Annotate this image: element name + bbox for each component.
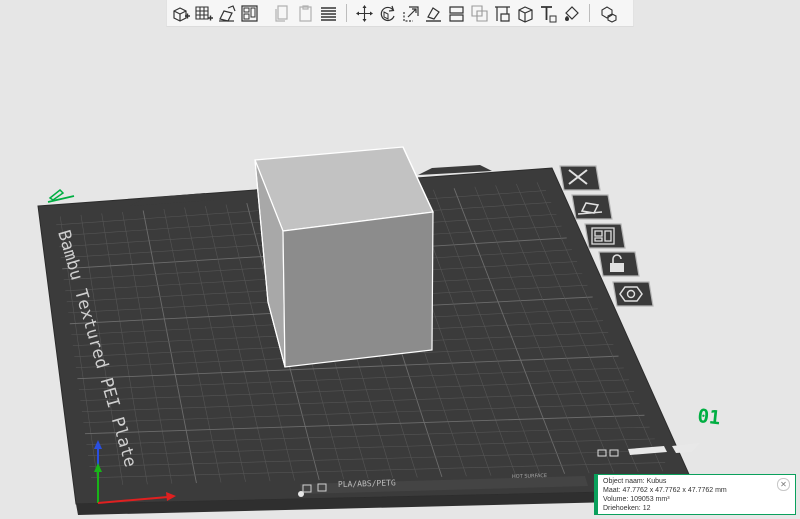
plate-number-text: 01: [696, 405, 721, 429]
object-volume-text: Volume: 109053 mm³: [603, 496, 670, 503]
object-triangles-text: Driehoeken: 12: [603, 505, 651, 512]
plate-settings-button[interactable]: [612, 281, 654, 307]
delete-plate-button[interactable]: [559, 165, 601, 191]
object-size-text: Maat: 47.7762 x 47.7762 x 47.7762 mm: [603, 487, 727, 494]
lock-plate-button[interactable]: [598, 251, 640, 277]
object-name-text: Object naam: Kubus: [603, 478, 667, 485]
plate-origin-dot: [298, 491, 304, 497]
3d-viewport[interactable]: Bambu Textured PEI Plate 01PLA/ABS/PETGHO…: [0, 0, 800, 519]
object-info-panel: Object naam: Kubus Maat: 47.7762 x 47.77…: [594, 474, 796, 515]
plate-arrange-button[interactable]: [584, 223, 626, 249]
plate-orient-button[interactable]: [571, 194, 613, 220]
plate-marker-icon: [672, 443, 700, 453]
edit-plate-name-icon[interactable]: [47, 188, 75, 203]
surface-label-text: HOT SURFACE: [512, 473, 547, 480]
cube-front-face[interactable]: [282, 211, 434, 368]
filament-label-text: PLA/ABS/PETG: [338, 478, 396, 489]
close-info-button[interactable]: ✕: [777, 478, 790, 491]
